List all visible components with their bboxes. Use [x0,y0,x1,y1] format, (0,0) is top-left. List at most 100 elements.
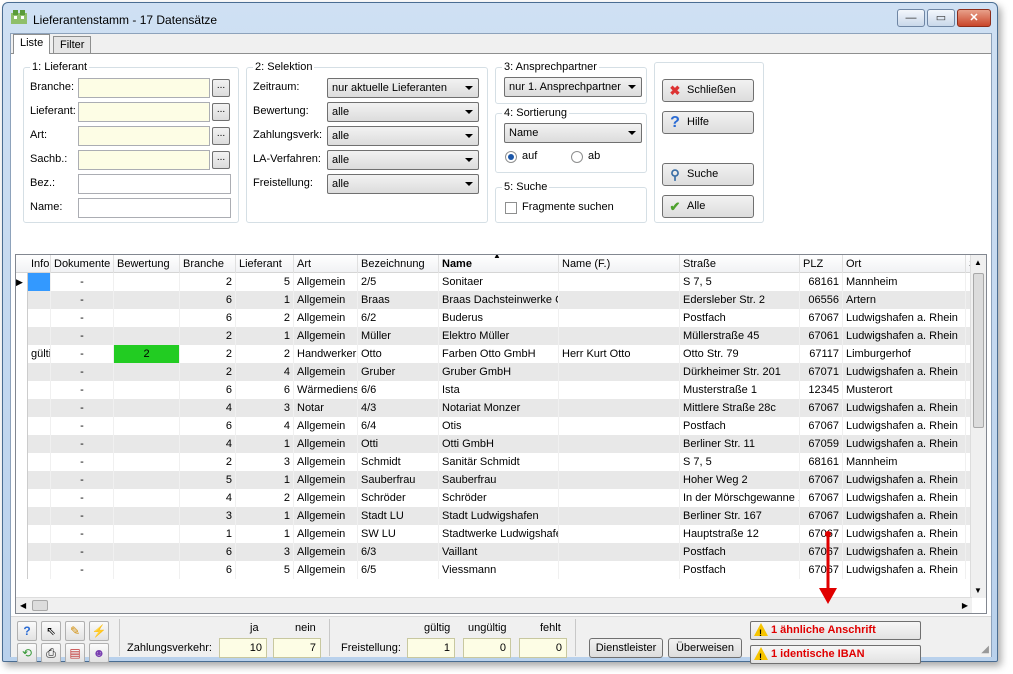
cell-bew[interactable] [114,435,180,453]
cell-branche[interactable]: 6 [180,543,236,561]
column-header[interactable]: Dokumente [51,255,114,273]
column-header[interactable]: Lieferant [236,255,294,273]
cell-ort[interactable]: Ludwigshafen a. Rhein [843,327,966,345]
cell-bez[interactable]: Otto [358,345,439,363]
cell-ort[interactable]: Ludwigshafen a. Rhein [843,507,966,525]
cell-lief[interactable]: 2 [236,309,294,327]
row-header[interactable] [16,399,28,417]
cell-namef[interactable] [559,399,680,417]
cell-lief[interactable]: 4 [236,363,294,381]
cell-bez[interactable]: SW LU [358,525,439,543]
cell-lief[interactable]: 2 [236,489,294,507]
row-header[interactable] [16,291,28,309]
cell-plz[interactable]: 67061 [800,327,843,345]
lieferant-input[interactable] [78,102,210,122]
cell-bew[interactable] [114,507,180,525]
cell-branche[interactable]: 6 [180,561,236,579]
table-row[interactable]: - 3 1 Allgemein Stadt LU Stadt Ludwigshafen Be… [16,507,972,525]
cell-namef[interactable] [559,507,680,525]
cell-info[interactable] [28,363,51,381]
zahlungsverk-select[interactable]: alle [327,126,479,146]
cell-bew[interactable] [114,525,180,543]
cell-info[interactable] [28,435,51,453]
scroll-down-icon[interactable]: ▼ [974,586,982,595]
cell-dok[interactable]: - [51,363,114,381]
cell-dok[interactable]: - [51,543,114,561]
cell-branche[interactable]: 4 [180,399,236,417]
cell-bez[interactable]: 6/4 [358,417,439,435]
row-header[interactable]: ▶ [16,273,28,291]
cell-name[interactable]: Schröder [439,489,559,507]
cell-dok[interactable]: - [51,453,114,471]
cell-bew[interactable]: 2 [114,345,180,363]
cell-name[interactable]: Sonitaer [439,273,559,291]
bez-input[interactable] [78,174,231,194]
cell-lief[interactable]: 1 [236,525,294,543]
freistellung-select[interactable]: alle [327,174,479,194]
cell-branche[interactable]: 2 [180,327,236,345]
cell-plz[interactable]: 67067 [800,417,843,435]
minimize-button[interactable]: — [897,9,925,27]
cell-strasse[interactable]: Berliner Str. 167 [680,507,800,525]
table-row[interactable]: - 4 3 Notar 4/3 Notariat Monzer Mittlere Straß… [16,399,972,417]
table-row[interactable]: -6 6 Wärmediens 6/6 Ista Musterstraße 1 12345 M… [16,381,972,399]
cell-art[interactable]: Allgemein [294,543,358,561]
cell-strasse[interactable]: Postfach [680,561,800,579]
scroll-up-icon[interactable]: ▲ [974,258,982,267]
cell-dok[interactable]: - [51,525,114,543]
cell-bew[interactable] [114,417,180,435]
row-header[interactable] [16,417,28,435]
supplier-grid[interactable]: Info Dokumente Bewertung Branche Lieferant Ar… [15,254,987,614]
scroll-left-icon[interactable]: ◀ [20,601,26,610]
cell-lief[interactable]: 5 [236,273,294,291]
column-header[interactable]: Info [28,255,51,273]
cell-lief[interactable]: 1 [236,327,294,345]
column-header[interactable]: Name (F.) [559,255,680,273]
cell-lief[interactable]: 3 [236,543,294,561]
cell-dok[interactable]: - [51,561,114,579]
cell-name[interactable]: Otis [439,417,559,435]
close-window-button[interactable]: ✕ [957,9,991,27]
cell-name[interactable]: Elektro Müller [439,327,559,345]
cell-bew[interactable] [114,561,180,579]
cell-ort[interactable]: Ludwigshafen a. Rhein [843,435,966,453]
cell-art[interactable]: Wärmediens [294,381,358,399]
ueberweisen-button[interactable]: Überweisen [668,638,742,658]
table-row[interactable]: ▶ - 2 5 Allgemein 2/5 Sonitaer S 7, 5 68161 Mannh… [16,273,972,291]
table-row[interactable]: - 2 4 Allgemein Gruber Gruber GmbH Dürkheimer … [16,363,972,381]
cell-plz[interactable]: 67071 [800,363,843,381]
cell-dok[interactable]: - [51,435,114,453]
cell-ort[interactable]: Ludwigshafen a. Rhein [843,309,966,327]
column-header[interactable]: Ort [843,255,966,273]
fragmente-checkbox[interactable] [505,202,517,214]
vertical-scrollbar[interactable]: ▲ ▼ [970,255,986,598]
cell-info[interactable]: gültig [28,345,51,363]
row-header[interactable] [16,561,28,579]
column-header[interactable]: Branche [180,255,236,273]
cell-art[interactable]: Allgemein [294,417,358,435]
table-row[interactable]: - 6 1 Allgemein Braas Braas Dachsteinwerke G E… [16,291,972,309]
cell-branche[interactable]: 2 [180,345,236,363]
name-input[interactable] [78,198,231,218]
cell-dok[interactable]: - [51,381,114,399]
cell-info[interactable] [28,507,51,525]
vertical-scroll-thumb[interactable] [973,273,984,428]
cell-bew[interactable] [114,273,180,291]
suche-button[interactable]: ⚲ Suche [662,163,754,186]
cell-name[interactable]: Gruber GmbH [439,363,559,381]
cursor-icon[interactable]: ⇖ [41,621,61,641]
cell-info[interactable] [28,525,51,543]
cell-plz[interactable]: 67059 [800,435,843,453]
cell-branche[interactable]: 2 [180,273,236,291]
cell-bew[interactable] [114,489,180,507]
row-header[interactable] [16,543,28,561]
cell-strasse[interactable]: Hauptstraße 12 [680,525,800,543]
cell-name[interactable]: Ista [439,381,559,399]
cell-dok[interactable]: - [51,291,114,309]
row-header[interactable] [16,363,28,381]
cell-bez[interactable]: Stadt LU [358,507,439,525]
column-header[interactable]: Bewertung [114,255,180,273]
cell-info[interactable] [28,273,51,291]
cell-art[interactable]: Allgemein [294,471,358,489]
cell-info[interactable] [28,561,51,579]
